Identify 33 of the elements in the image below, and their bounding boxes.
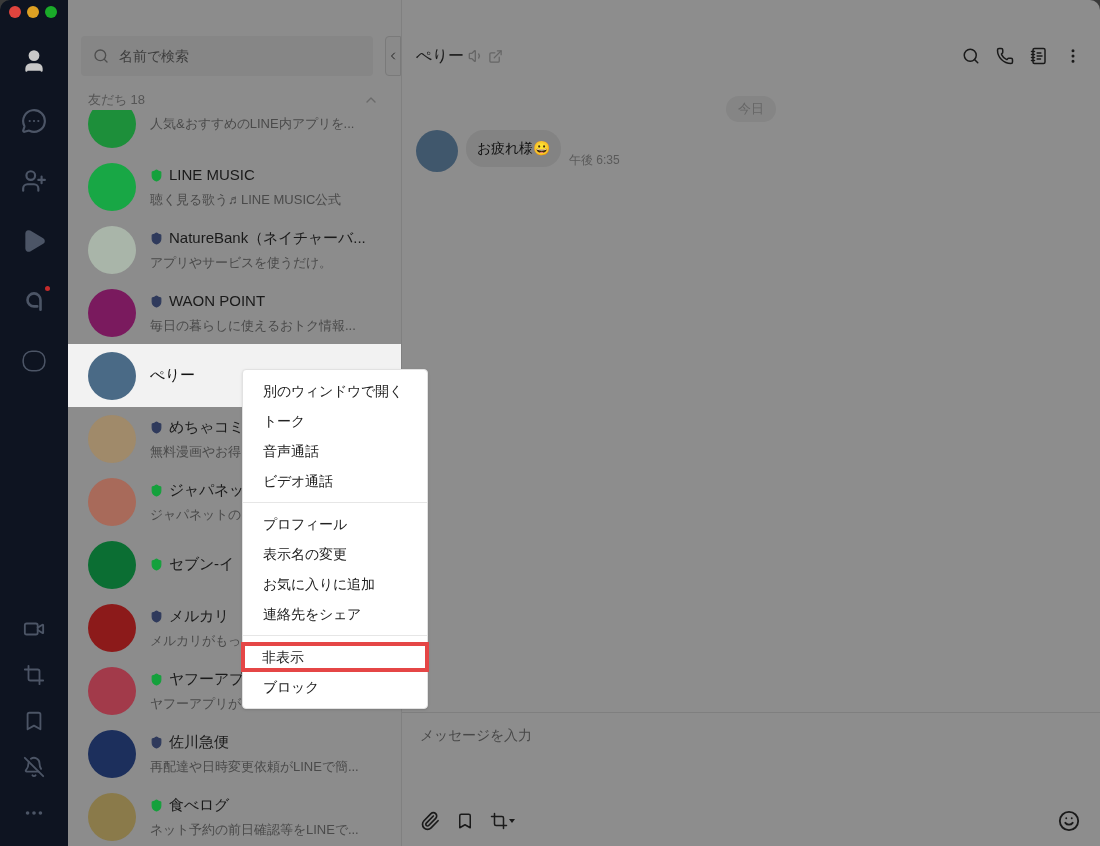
contact-status: 無料漫画やお得 xyxy=(150,442,242,461)
menu-item[interactable]: プロフィール xyxy=(243,509,427,539)
message-bubble: お疲れ様😀 xyxy=(466,129,561,167)
menu-item[interactable]: トーク xyxy=(243,406,427,436)
menu-item[interactable]: ビデオ通話 xyxy=(243,466,427,496)
contact-name: NatureBank（ネイチャーバ... xyxy=(169,228,366,248)
contact-status: 再配達や日時変更依頼がLINEで簡... xyxy=(150,757,359,776)
menu-item[interactable]: 表示名の変更 xyxy=(243,539,427,569)
contact-name: ジャパネッ xyxy=(169,480,244,500)
contact-name: WAON POINT xyxy=(169,291,266,311)
contact-row[interactable]: 佐川急便 再配達や日時変更依頼がLINEで簡... xyxy=(68,722,401,785)
contact-row[interactable]: LINE MUSIC 聴く見る歌う♬LINE MUSIC公式 xyxy=(68,155,401,218)
contact-name: めちゃコミ xyxy=(169,417,244,437)
contact-name: 佐川急便 xyxy=(169,732,229,752)
contact-status: 聴く見る歌う♬LINE MUSIC公式 xyxy=(150,190,342,209)
menu-item[interactable]: ブロック xyxy=(243,672,427,702)
contact-name: メルカリ xyxy=(169,606,229,626)
contact-name: LINE MUSIC xyxy=(169,165,255,185)
menu-item[interactable]: 非表示 xyxy=(241,642,429,672)
contact-status: メルカリがもっ xyxy=(150,631,241,650)
menu-item[interactable]: 音声通話 xyxy=(243,436,427,466)
contact-status: 人気&おすすめのLINE内アプリを... xyxy=(150,114,355,133)
contact-name: ぺりー xyxy=(150,365,195,386)
contact-name: 食べログ xyxy=(169,795,229,815)
contact-row[interactable]: WAON POINT 毎日の暮らしに使えるおトク情報... xyxy=(68,281,401,344)
menu-item[interactable]: お気に入りに追加 xyxy=(243,569,427,599)
contact-name: セブン-イ xyxy=(169,554,234,575)
menu-item[interactable]: 連絡先をシェア xyxy=(243,599,427,629)
contact-status: 毎日の暮らしに使えるおトク情報... xyxy=(150,316,356,335)
search-field[interactable]: 名前で検索 xyxy=(81,36,373,76)
chat-title: ぺりー xyxy=(416,46,464,66)
contact-name: ヤフーアプ xyxy=(169,669,244,689)
message-input[interactable]: メッセージを入力 xyxy=(420,725,1080,746)
